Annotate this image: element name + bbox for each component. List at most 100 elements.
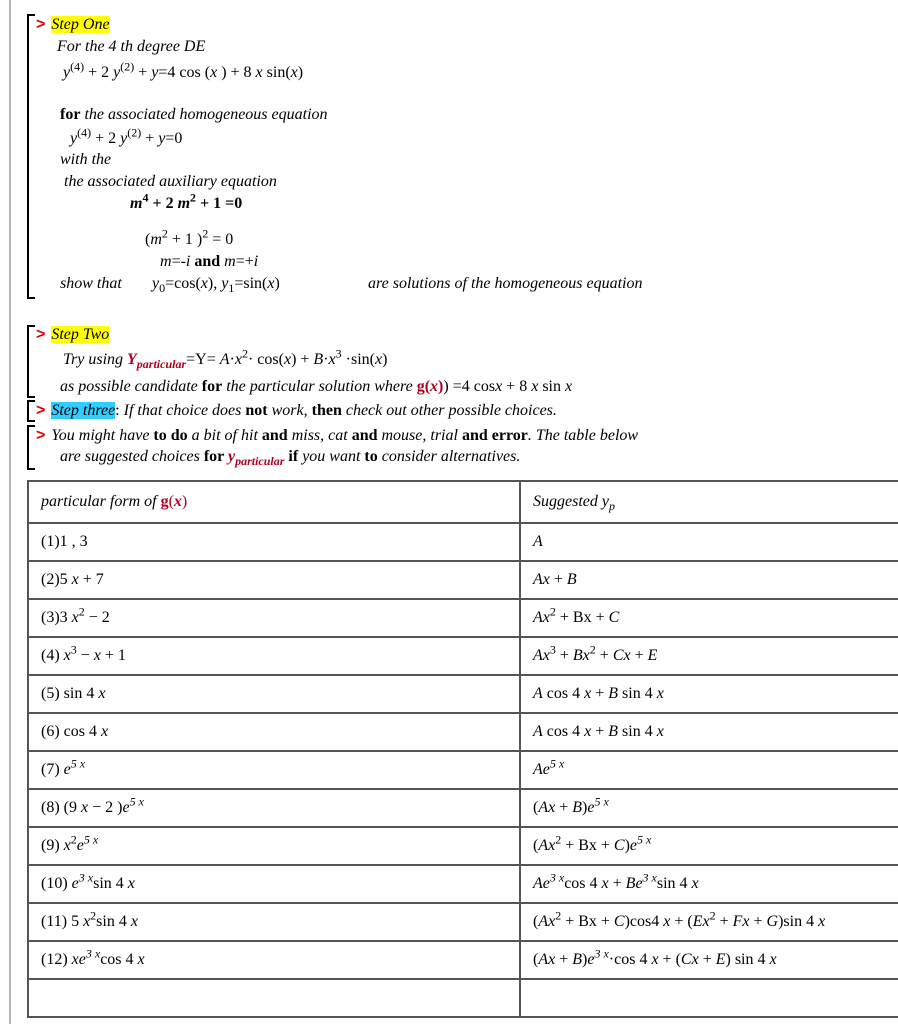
cell-suggested-yp: A [519, 522, 898, 562]
text-segment: the associated homogeneous equation [80, 106, 328, 123]
text-segment: (2)5 [41, 571, 72, 588]
text-segment: m [177, 195, 191, 212]
text-segment: Fx [732, 913, 750, 930]
execution-group-bracket[interactable] [27, 425, 35, 470]
homogeneous-intro: for the associated homogeneous equation [60, 105, 328, 125]
text-segment: x [100, 723, 109, 740]
suggested-choices-table: particular form of g(x) Suggested yp (1)1 … [27, 480, 898, 1018]
text-segment: ) + [291, 351, 314, 368]
text-segment: Cx [612, 647, 631, 664]
cell-g-form: (6) cos 4 x [27, 712, 521, 752]
text-segment: m [150, 231, 162, 248]
execution-group-bracket[interactable] [27, 14, 35, 299]
text-segment: 3 x [594, 946, 609, 961]
text-segment: (1)1 , 3 [41, 533, 88, 550]
prompt-marker: > [36, 16, 46, 33]
candidate-line: as possible candidate for the particular… [60, 377, 572, 397]
execution-group-bracket[interactable] [27, 400, 35, 422]
text-segment: + ( [658, 951, 681, 968]
cell-g-form: (11) 5 x2sin 4 x [27, 902, 521, 942]
cell-g-form: (7) e5 x [27, 750, 521, 790]
text-segment: 3 x [85, 946, 101, 961]
text-segment: Ax [533, 571, 550, 588]
text-segment: e [122, 799, 130, 816]
text-segment: as possible candidate [60, 378, 202, 395]
text-segment: (12) [41, 951, 72, 968]
text-segment: + [749, 913, 767, 930]
factored-equation: (m2 + 1 )2 = 0 [145, 228, 233, 250]
text-segment: )cos4 [624, 913, 664, 930]
text-segment: (2) [120, 59, 135, 74]
text-segment: and error [461, 427, 528, 444]
text-segment: cos 4 [564, 875, 602, 892]
text-segment: =- [171, 253, 186, 270]
text-segment: sin 4 [96, 913, 131, 930]
text-segment: Ae [533, 875, 550, 892]
text-segment: Ae [533, 761, 550, 778]
text-segment: are solutions of the homogeneous equatio… [368, 275, 643, 292]
execution-group-bracket[interactable] [27, 325, 35, 398]
text-segment: g [416, 378, 425, 395]
table-row: (2)5 x + 7 Ax + B [27, 560, 898, 600]
cell-suggested-yp: (Ax2 + Bx + C)cos4 x + (Ex2 + Fx + G)sin… [519, 902, 898, 942]
text-segment: (9) [41, 837, 64, 854]
text-segment: work, [267, 402, 312, 419]
text-segment: E [715, 951, 726, 968]
text-segment: + Bx + [561, 837, 614, 854]
text-segment: x [656, 685, 664, 702]
text-segment: x [71, 609, 79, 626]
text-segment: (6) cos 4 [41, 723, 101, 740]
step-one-title[interactable]: > Step One [36, 15, 110, 35]
text-segment: 5 x [83, 832, 99, 847]
cell-suggested-yp: (Ax + B)e5 x [519, 788, 898, 828]
text-segment: miss, cat [287, 427, 352, 444]
text-segment: 5 x [594, 794, 609, 809]
text-segment: (5) sin 4 [41, 685, 99, 702]
text-segment: i [253, 253, 259, 270]
text-segment: xe [71, 951, 86, 968]
text-segment: for [203, 448, 228, 465]
step-one-intro: For the 4 th degree DE [57, 37, 205, 57]
text-segment: Ax [533, 609, 550, 626]
text-segment: + 7 [78, 571, 104, 588]
text-segment: g [160, 493, 169, 510]
text-segment: − 2 [84, 609, 110, 626]
text-segment: · cos( [247, 351, 284, 368]
text-segment: x [651, 951, 659, 968]
text-segment: e [71, 875, 79, 892]
text-segment: x [290, 64, 298, 81]
homogeneous-equation: y(4) + 2 y(2) + y=0 [70, 127, 182, 149]
text-segment: m [224, 253, 236, 270]
text-segment: a bit of hit [187, 427, 262, 444]
text-segment: A [219, 351, 230, 368]
text-segment: x [255, 64, 263, 81]
table-row: (6) cos 4 xA cos 4 x + B sin 4 x [27, 712, 898, 752]
text-segment: Be [625, 875, 643, 892]
text-segment: sin( [262, 64, 291, 81]
text-segment: E [647, 647, 658, 664]
text-segment: =cos( [165, 275, 201, 292]
text-segment: x [93, 647, 101, 664]
text-segment: m [130, 195, 143, 212]
text-segment: x [127, 875, 135, 892]
text-segment: Ax [538, 799, 556, 816]
text-segment: (10) [41, 875, 72, 892]
text-segment: particular [136, 357, 187, 372]
text-segment: ) =4 cos [443, 378, 496, 395]
text-segment: C [613, 837, 625, 854]
text-segment: x [656, 723, 664, 740]
step-three-line[interactable]: > Step three: If that choice does not wor… [36, 401, 557, 421]
text-segment: with the [60, 151, 112, 168]
note-line-1[interactable]: > You might have to do a bit of hit and m… [36, 426, 638, 446]
text-segment: x [564, 378, 573, 395]
text-segment: and [351, 427, 378, 444]
text-segment: the particular solution where [222, 378, 417, 395]
text-segment: (7) [41, 761, 64, 778]
roots: m=-i and m=+i [160, 252, 258, 272]
text-segment: Suggested y [533, 493, 609, 510]
text-segment: to [364, 448, 378, 465]
cell-g-form: (9) x2e5 x [27, 826, 521, 866]
table-row: (1)1 , 3 A [27, 522, 898, 562]
text-segment: You might have [51, 427, 154, 444]
step-two-title[interactable]: > Step Two [36, 325, 110, 345]
